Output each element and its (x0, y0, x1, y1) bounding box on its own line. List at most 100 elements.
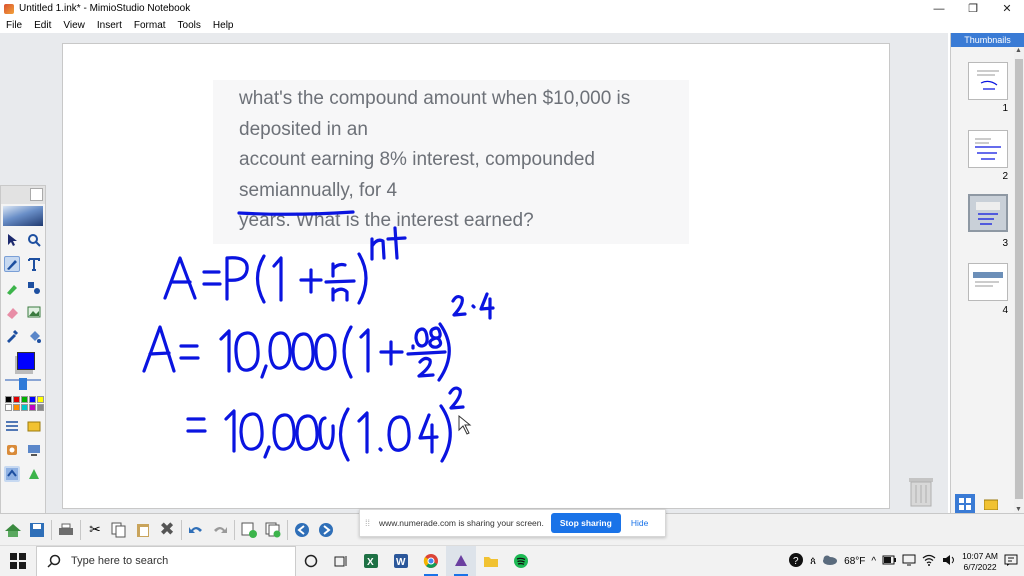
pen-icon[interactable] (4, 256, 20, 272)
eraser-icon[interactable] (4, 304, 20, 320)
tool-palette[interactable] (0, 185, 46, 515)
palette-gray[interactable] (37, 404, 44, 411)
notebook-page[interactable]: what's the compound amount when $10,000 … (62, 43, 890, 509)
svg-text:X: X (367, 557, 374, 568)
line-color-swatch[interactable] (17, 352, 35, 370)
menu-help[interactable]: Help (207, 20, 240, 31)
scroll-up-icon[interactable]: ▲ (1015, 47, 1022, 54)
cortana-icon[interactable] (296, 546, 326, 576)
scroll-down-icon[interactable]: ▼ (1015, 506, 1022, 513)
minimize-button[interactable]: — (922, 0, 956, 17)
screen-capture-icon[interactable] (26, 442, 42, 458)
previous-page-icon[interactable] (292, 520, 312, 540)
copy-icon[interactable] (109, 520, 129, 540)
thumbnail-page-2[interactable] (968, 130, 1008, 168)
wifi-icon[interactable] (922, 554, 936, 569)
recorder-icon[interactable] (4, 442, 20, 458)
thumbnail-page-1[interactable] (968, 62, 1008, 100)
battery-icon[interactable] (882, 555, 897, 568)
menu-edit[interactable]: Edit (28, 20, 57, 31)
notifications-icon[interactable] (1004, 553, 1018, 570)
slider-knob[interactable] (19, 378, 27, 390)
close-button[interactable]: ✕ (990, 0, 1024, 17)
drag-handle-icon[interactable]: ⁞⁞ (365, 518, 375, 528)
palette-blue[interactable] (29, 396, 36, 403)
menu-view[interactable]: View (57, 20, 91, 31)
color-palette[interactable] (5, 396, 44, 411)
trash-icon[interactable] (906, 472, 936, 508)
thumbnails-view-button[interactable] (955, 494, 975, 514)
undo-icon[interactable] (186, 520, 206, 540)
shapes-icon[interactable] (26, 280, 42, 296)
zoom-icon[interactable] (26, 232, 42, 248)
redo-icon[interactable] (210, 520, 230, 540)
spotify-icon[interactable] (506, 546, 536, 576)
palette-magenta[interactable] (29, 404, 36, 411)
reveal-icon[interactable] (4, 466, 20, 482)
lines-icon[interactable] (4, 418, 20, 434)
home-icon[interactable] (3, 520, 23, 540)
fill-bucket-icon[interactable] (26, 328, 42, 344)
tool-palette-header[interactable] (1, 186, 45, 204)
chevron-up-icon[interactable]: ^ (871, 556, 876, 567)
workspace: what's the compound amount when $10,000 … (0, 33, 948, 513)
taskbar-search-box[interactable]: Type here to search (36, 545, 296, 576)
maximize-button[interactable]: ❐ (956, 0, 990, 17)
sharing-message: www.numerade.com is sharing your screen. (379, 518, 544, 528)
palette-orange[interactable] (13, 404, 20, 411)
next-page-icon[interactable] (316, 520, 336, 540)
tool-palette-close[interactable] (30, 188, 43, 201)
people-icon[interactable]: ጰ (810, 556, 816, 567)
print-icon[interactable] (56, 520, 76, 540)
weather-icon[interactable] (822, 554, 838, 569)
monitor-icon[interactable] (902, 554, 916, 569)
palette-black[interactable] (5, 396, 12, 403)
delete-icon[interactable]: ✖ (157, 519, 177, 540)
clock-time: 10:07 AM (962, 550, 998, 561)
weather-temperature[interactable]: 68°F (844, 556, 865, 567)
word-icon[interactable]: W (386, 546, 416, 576)
stop-sharing-button[interactable]: Stop sharing (550, 513, 621, 533)
palette-cyan[interactable] (21, 404, 28, 411)
text-icon[interactable] (26, 256, 42, 272)
duplicate-page-icon[interactable] (263, 520, 283, 540)
select-arrow-icon[interactable] (4, 232, 20, 248)
cut-icon[interactable]: ✂ (85, 520, 105, 540)
excel-icon[interactable]: X (356, 546, 386, 576)
chrome-icon[interactable] (416, 546, 446, 576)
gallery-view-button[interactable] (981, 494, 1001, 514)
file-explorer-icon[interactable] (476, 546, 506, 576)
system-clock[interactable]: 10:07 AM 6/7/2022 (962, 551, 998, 573)
dropper-icon[interactable] (4, 328, 20, 344)
menu-tools[interactable]: Tools (172, 20, 207, 31)
paste-icon[interactable] (133, 520, 153, 540)
save-icon[interactable] (27, 520, 47, 540)
window-title: Untitled 1.ink* - MimioStudio Notebook (19, 3, 191, 14)
highlighter-icon[interactable] (4, 280, 20, 296)
mimio-studio-icon[interactable] (446, 545, 476, 576)
menu-insert[interactable]: Insert (91, 20, 128, 31)
thumbnail-page-3[interactable] (968, 194, 1008, 232)
help-icon[interactable]: ? (788, 552, 804, 571)
palette-green[interactable] (21, 396, 28, 403)
task-view-icon[interactable] (326, 546, 356, 576)
new-page-icon[interactable] (239, 520, 259, 540)
scrollbar-thumb[interactable] (1015, 59, 1023, 499)
gallery-icon[interactable] (26, 418, 42, 434)
windows-start-icon[interactable] (0, 546, 36, 576)
thumbnail-page-4[interactable] (968, 263, 1008, 301)
image-icon[interactable] (26, 304, 42, 320)
spotlight-icon[interactable] (26, 466, 42, 482)
thumbnails-scrollbar[interactable]: ▲ ▼ (1014, 47, 1024, 513)
palette-red[interactable] (13, 396, 20, 403)
volume-icon[interactable] (942, 554, 956, 569)
palette-white[interactable] (5, 404, 12, 411)
menu-format[interactable]: Format (128, 20, 172, 31)
menu-file[interactable]: File (0, 20, 28, 31)
hide-button[interactable]: Hide (631, 518, 648, 528)
svg-text:?: ? (793, 556, 799, 567)
palette-yellow[interactable] (37, 396, 44, 403)
color-selector[interactable] (1, 348, 45, 376)
line-width-slider[interactable] (5, 378, 41, 393)
ink-formula-line (163, 226, 407, 305)
